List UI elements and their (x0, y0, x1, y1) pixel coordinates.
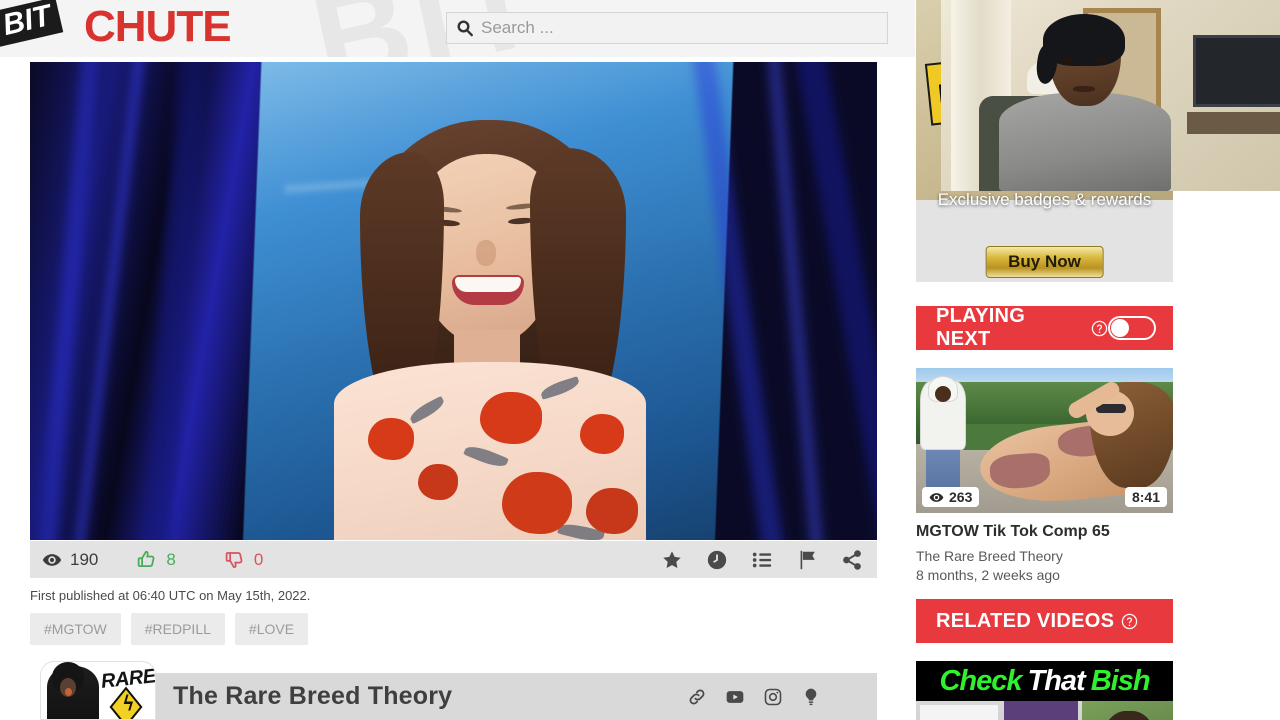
video-action-buttons (659, 547, 865, 573)
like-button[interactable]: 8 (136, 541, 176, 578)
search-bar[interactable] (446, 12, 888, 44)
buy-now-button[interactable]: Buy Now (985, 246, 1104, 278)
related-thumbnail-text: Check That Bish (916, 661, 1173, 701)
eye-icon (42, 550, 62, 570)
related-videos-header: RELATED VIDEOS (916, 599, 1173, 643)
next-video-age: 8 months, 2 weeks ago (916, 567, 1060, 584)
next-video-title[interactable]: MGTOW Tik Tok Comp 65 (916, 522, 1173, 541)
tag-item[interactable]: #LOVE (234, 613, 309, 645)
playing-next-title: PLAYING NEXT (936, 305, 1026, 350)
help-icon[interactable] (1091, 320, 1108, 337)
channel-avatar[interactable]: RARE (40, 661, 156, 720)
website-link-icon[interactable] (686, 686, 708, 708)
related-video-thumbnail[interactable]: Check That Bish (916, 661, 1173, 720)
thumbnail-duration-badge: 8:41 (1124, 487, 1167, 507)
like-count-value: 8 (166, 549, 176, 569)
watch-later-button[interactable] (704, 547, 730, 573)
channel-bar[interactable]: The Rare Breed Theory (58, 673, 877, 720)
thumbs-up-icon (136, 549, 157, 570)
playlist-button[interactable] (749, 547, 775, 573)
view-count-value: 190 (70, 549, 99, 569)
logo-bit-text: BIT (0, 0, 64, 47)
favorite-button[interactable] (659, 547, 685, 573)
next-video-card[interactable]: 263 8:41 MGTOW Tik Tok Comp 65 The Rare … (916, 368, 1173, 583)
tag-list: #MGTOW #REDPILL #LOVE (30, 613, 309, 645)
toggle-knob (1111, 319, 1130, 337)
video-subject-person (330, 112, 650, 540)
tip-icon[interactable] (800, 686, 822, 708)
share-button[interactable] (839, 547, 865, 573)
search-input[interactable] (474, 14, 887, 42)
thumbnail-view-badge: 263 (922, 487, 980, 507)
overlay-video-preview[interactable] (941, 0, 1280, 191)
playing-next-header: PLAYING NEXT (916, 305, 1173, 350)
search-icon (456, 19, 474, 37)
video-player[interactable] (30, 62, 877, 540)
view-count: 190 (42, 541, 98, 578)
autoplay-toggle[interactable] (1108, 316, 1156, 340)
tag-item[interactable]: #MGTOW (30, 613, 121, 645)
youtube-icon[interactable] (724, 686, 746, 708)
video-stats-bar: 190 8 0 (30, 541, 877, 578)
help-icon[interactable] (1121, 613, 1138, 630)
ad-caption: Exclusive badges & rewards (937, 190, 1152, 209)
related-video-card[interactable]: Check That Bish (916, 661, 1173, 720)
related-thumbnail-word: That (1027, 664, 1085, 697)
logo-chute-text: CHUTE (84, 2, 232, 51)
channel-name[interactable]: The Rare Breed Theory (173, 682, 452, 711)
tag-item[interactable]: #REDPILL (130, 613, 225, 645)
thumbnail-view-count: 263 (949, 489, 973, 505)
eye-icon (929, 492, 944, 502)
next-video-thumbnail[interactable]: 263 8:41 (916, 368, 1173, 513)
dislike-count-value: 0 (253, 549, 264, 569)
instagram-icon[interactable] (762, 686, 784, 708)
sidebar: Exclusive badges & rewards Buy Now PLAYI… (915, 0, 1280, 720)
dislike-button[interactable]: 0 (224, 541, 263, 578)
site-header: BIT BIT CHUTE (0, 0, 915, 57)
bitchute-video-page: BIT BIT CHUTE (0, 0, 1280, 720)
channel-social-links (686, 686, 822, 708)
report-button[interactable] (794, 547, 820, 573)
related-thumbnail-word: Check (939, 664, 1022, 697)
site-logo[interactable]: BIT CHUTE (0, 0, 270, 54)
publish-date: First published at 06:40 UTC on May 15th… (30, 588, 311, 603)
next-video-channel[interactable]: The Rare Breed Theory (916, 548, 1173, 564)
related-thumbnail-word: Bish (1090, 664, 1151, 697)
thumbs-down-icon (224, 549, 245, 570)
related-videos-title: RELATED VIDEOS (936, 609, 1115, 632)
